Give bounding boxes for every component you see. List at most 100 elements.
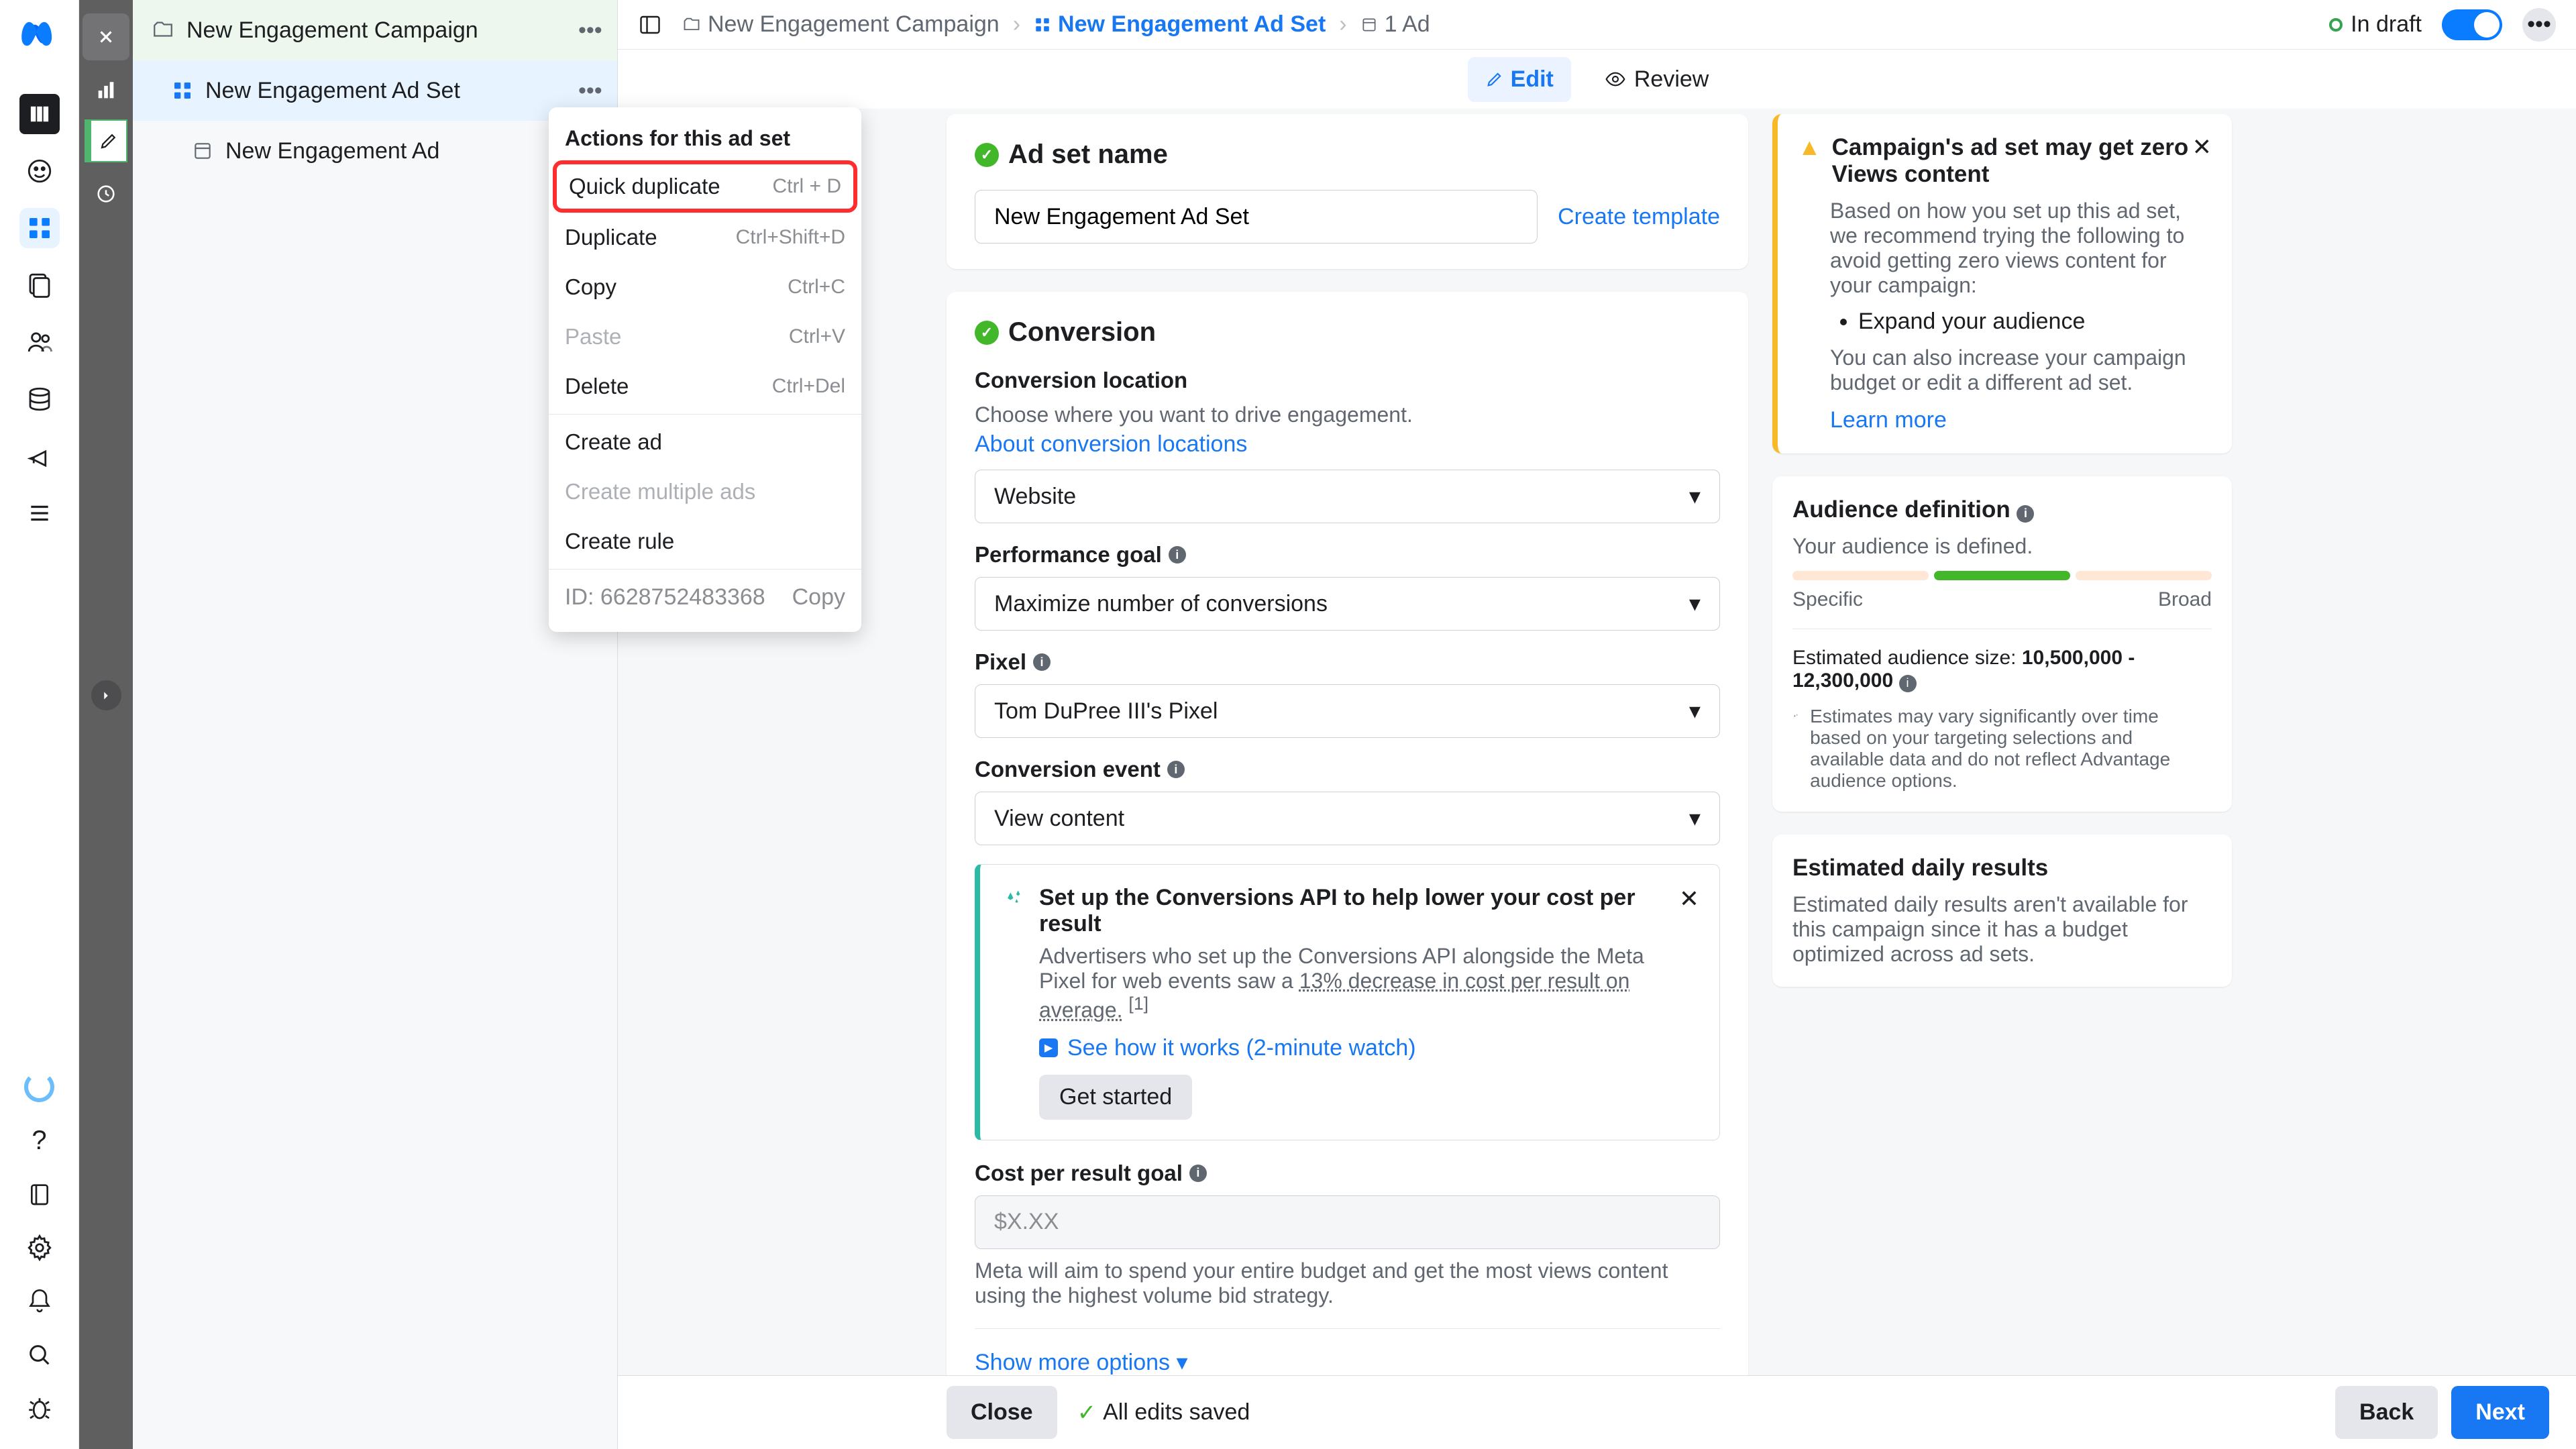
info-icon[interactable]: i: [1033, 653, 1051, 671]
main-area: New Engagement Campaign › New Engagement…: [618, 0, 2576, 1449]
notifications-icon[interactable]: [19, 1281, 60, 1322]
performance-goal-select[interactable]: Maximize number of conversions ▾: [975, 577, 1720, 631]
menu-duplicate[interactable]: DuplicateCtrl+Shift+D: [549, 213, 861, 262]
active-toggle[interactable]: [2442, 9, 2502, 40]
conversion-event-value: View content: [994, 806, 1124, 832]
panel-toggle-icon[interactable]: [638, 13, 662, 37]
nav-billing-icon[interactable]: [19, 379, 60, 419]
review-tab[interactable]: Review: [1587, 57, 1726, 102]
help-icon[interactable]: ?: [19, 1120, 60, 1161]
info-icon[interactable]: i: [1189, 1165, 1207, 1182]
conversion-location-value: Website: [994, 484, 1076, 510]
info-icon[interactable]: i: [1899, 675, 1917, 692]
close-editor-icon[interactable]: [83, 13, 129, 60]
bug-icon[interactable]: [19, 1389, 60, 1429]
account-switcher[interactable]: [19, 94, 60, 134]
cost-goal-label: Cost per result goal: [975, 1161, 1183, 1186]
close-icon[interactable]: ✕: [2192, 134, 2212, 188]
menu-copy-id[interactable]: Copy: [792, 584, 845, 610]
daily-title: Estimated daily results: [1792, 855, 2048, 881]
menu-create-rule[interactable]: Create rule: [549, 517, 861, 566]
edit-review-tabs: Edit Review: [618, 50, 2576, 109]
menu-id-row: ID: 6628752483368 Copy: [549, 572, 861, 623]
adset-name-title: Ad set name: [1008, 140, 1168, 170]
history-tool-icon[interactable]: [83, 170, 129, 217]
meta-logo[interactable]: [19, 13, 60, 54]
campaign-more-icon[interactable]: •••: [578, 17, 605, 44]
conversion-event-select[interactable]: View content ▾: [975, 792, 1720, 845]
nav-adset-row[interactable]: New Engagement Ad Set •••: [133, 60, 617, 121]
warning-icon: ▲: [1798, 134, 1821, 188]
crumb-ad[interactable]: 1 Ad: [1360, 11, 1430, 38]
menu-create-ad[interactable]: Create ad: [549, 417, 861, 467]
api-watch-link[interactable]: See how it works (2-minute watch): [1067, 1035, 1416, 1061]
nav-adset-label: New Engagement Ad Set: [205, 78, 578, 104]
edit-tool-icon[interactable]: [86, 121, 126, 161]
menu-id-text: ID: 6628752483368: [565, 584, 765, 610]
more-menu-icon[interactable]: •••: [2522, 8, 2556, 42]
show-more-options-link[interactable]: Show more options ▾: [975, 1349, 1720, 1375]
menu-delete[interactable]: DeleteCtrl+Del: [549, 362, 861, 411]
conversion-location-link[interactable]: About conversion locations: [975, 431, 1720, 458]
api-get-started-button[interactable]: Get started: [1039, 1075, 1192, 1120]
menu-create-multiple-ads: Create multiple ads: [549, 467, 861, 517]
adset-name-card: ✓ Ad set name Create template: [947, 114, 1748, 269]
nav-advertise-icon[interactable]: [19, 436, 60, 476]
nav-all-tools-icon[interactable]: [19, 493, 60, 533]
settings-icon[interactable]: [19, 1228, 60, 1268]
draft-status: In draft: [2329, 11, 2422, 38]
nav-audiences-icon[interactable]: [19, 322, 60, 362]
learn-more-link[interactable]: Learn more: [1830, 407, 2212, 433]
menu-quick-duplicate[interactable]: Quick duplicateCtrl + D: [553, 160, 857, 213]
audience-disclaimer: Estimates may vary significantly over ti…: [1810, 706, 2212, 792]
nav-campaign-label: New Engagement Campaign: [186, 17, 578, 44]
cost-goal-placeholder: $X.XX: [994, 1209, 1059, 1235]
warning-body2: You can also increase your campaign budg…: [1830, 345, 2212, 395]
all-edits-saved-indicator: ✓ All edits saved: [1077, 1399, 1250, 1426]
crumb-adset[interactable]: New Engagement Ad Set: [1034, 11, 1326, 38]
api-callout-body: Advertisers who set up the Conversions A…: [1039, 944, 1697, 1023]
audience-est-label: Estimated audience size:: [1792, 647, 2017, 669]
nav-campaign-row[interactable]: New Engagement Campaign •••: [133, 0, 617, 60]
nav-ad-row[interactable]: New Engagement Ad: [133, 121, 617, 181]
audience-definition-card: Audience definition i Your audience is d…: [1772, 476, 2232, 812]
performance-goal-label: Performance goal: [975, 542, 1162, 568]
info-icon[interactable]: i: [2017, 505, 2034, 523]
crumb-sep-icon: ›: [1339, 11, 1346, 38]
next-button[interactable]: Next: [2451, 1386, 2549, 1439]
loading-spinner-icon: [19, 1067, 60, 1107]
info-icon[interactable]: i: [1169, 546, 1186, 564]
back-button[interactable]: Back: [2335, 1386, 2438, 1439]
performance-goal-value: Maximize number of conversions: [994, 591, 1328, 617]
chart-tool-icon[interactable]: [83, 67, 129, 114]
nav-gauge-icon[interactable]: [19, 151, 60, 191]
menu-copy[interactable]: CopyCtrl+C: [549, 262, 861, 312]
adset-name-input[interactable]: [975, 190, 1538, 244]
adset-context-menu: Actions for this ad set Quick duplicateC…: [549, 107, 861, 632]
pixel-select[interactable]: Tom DuPree III's Pixel ▾: [975, 684, 1720, 738]
nav-library-icon[interactable]: [19, 1174, 60, 1214]
adset-more-icon[interactable]: •••: [578, 78, 605, 104]
cost-goal-input[interactable]: $X.XX: [975, 1195, 1720, 1249]
expand-rail-icon[interactable]: [91, 680, 121, 710]
audience-bar: [1792, 571, 2212, 580]
top-bar: New Engagement Campaign › New Engagement…: [618, 0, 2576, 50]
nav-reporting-icon[interactable]: [19, 265, 60, 305]
edit-tab[interactable]: Edit: [1468, 57, 1571, 102]
close-button[interactable]: Close: [947, 1386, 1057, 1439]
conversion-location-select[interactable]: Website ▾: [975, 470, 1720, 523]
nav-campaigns-icon[interactable]: [19, 208, 60, 248]
crumb-ad-label: 1 Ad: [1385, 11, 1430, 38]
warning-bullet: Expand your audience: [1858, 309, 2212, 335]
crumb-campaign[interactable]: New Engagement Campaign: [682, 11, 1000, 38]
daily-body: Estimated daily results aren't available…: [1792, 892, 2212, 967]
editor-tool-rail: [79, 0, 133, 1449]
crumb-adset-label: New Engagement Ad Set: [1058, 11, 1326, 38]
crumb-sep-icon: ›: [1013, 11, 1020, 38]
search-icon[interactable]: [19, 1335, 60, 1375]
close-icon[interactable]: ✕: [1679, 885, 1699, 913]
cost-goal-help: Meta will aim to spend your entire budge…: [975, 1258, 1720, 1308]
conversion-event-label: Conversion event: [975, 757, 1161, 782]
info-icon[interactable]: i: [1167, 761, 1185, 778]
create-template-link[interactable]: Create template: [1558, 204, 1720, 230]
